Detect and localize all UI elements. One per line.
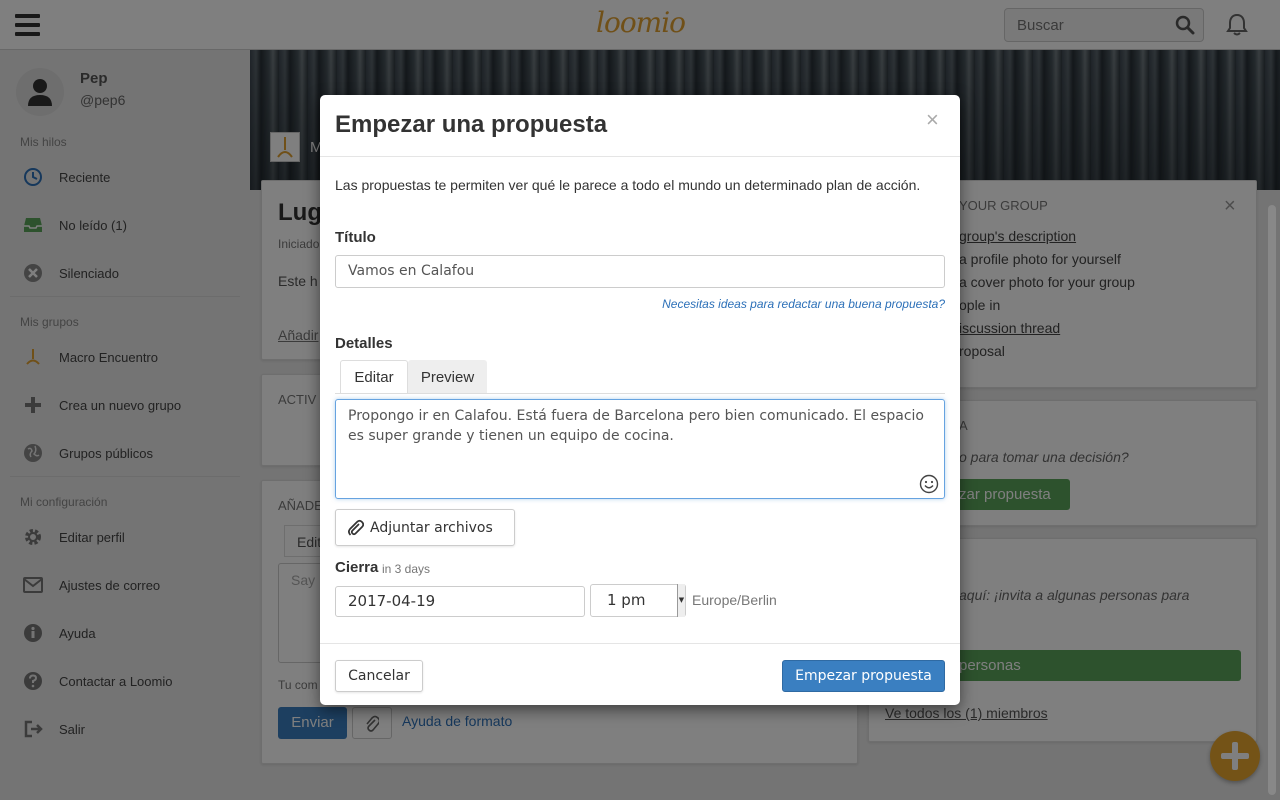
paperclip-icon — [348, 519, 364, 536]
modal-title: Empezar una propuesta — [335, 111, 608, 138]
scrollbar[interactable] — [1268, 205, 1276, 795]
timezone-label: Europe/Berlin — [692, 592, 777, 608]
tab-edit[interactable]: Editar — [340, 360, 408, 394]
closing-date-input[interactable]: 2017-04-19 — [335, 586, 585, 617]
start-proposal-submit-button[interactable]: Empezar propuesta — [782, 660, 945, 692]
closes-label: Cierra — [335, 559, 379, 576]
details-textarea[interactable]: Propongo ir en Calafou. Está fuera de Ba… — [335, 399, 945, 499]
closing-time-select[interactable]: 1 pm ▼ — [590, 584, 686, 617]
title-field[interactable]: Vamos en Calafou — [335, 255, 945, 288]
title-label: Título — [335, 229, 376, 246]
tab-divider — [335, 393, 945, 394]
cancel-button[interactable]: Cancelar — [335, 660, 423, 692]
attach-files-button[interactable]: Adjuntar archivos — [335, 509, 515, 546]
title-help-link[interactable]: Necesitas ideas para redactar una buena … — [655, 297, 945, 311]
modal-footer: Cancelar Empezar propuesta — [320, 643, 960, 705]
details-label: Detalles — [335, 335, 393, 352]
modal-intro: Las propuestas te permiten ver qué le pa… — [335, 177, 921, 193]
chevron-down-icon[interactable]: ▼ — [677, 584, 685, 617]
modal-header: Empezar una propuesta × — [320, 95, 960, 157]
emoji-icon[interactable] — [919, 474, 939, 494]
tab-preview[interactable]: Preview — [408, 360, 487, 394]
start-proposal-modal: Empezar una propuesta × Las propuestas t… — [320, 95, 960, 705]
closes-hint: in 3 days — [382, 562, 431, 576]
closing-time-value: 1 pm — [607, 591, 646, 609]
attach-files-label: Adjuntar archivos — [370, 519, 493, 536]
close-icon[interactable]: × — [926, 107, 939, 133]
